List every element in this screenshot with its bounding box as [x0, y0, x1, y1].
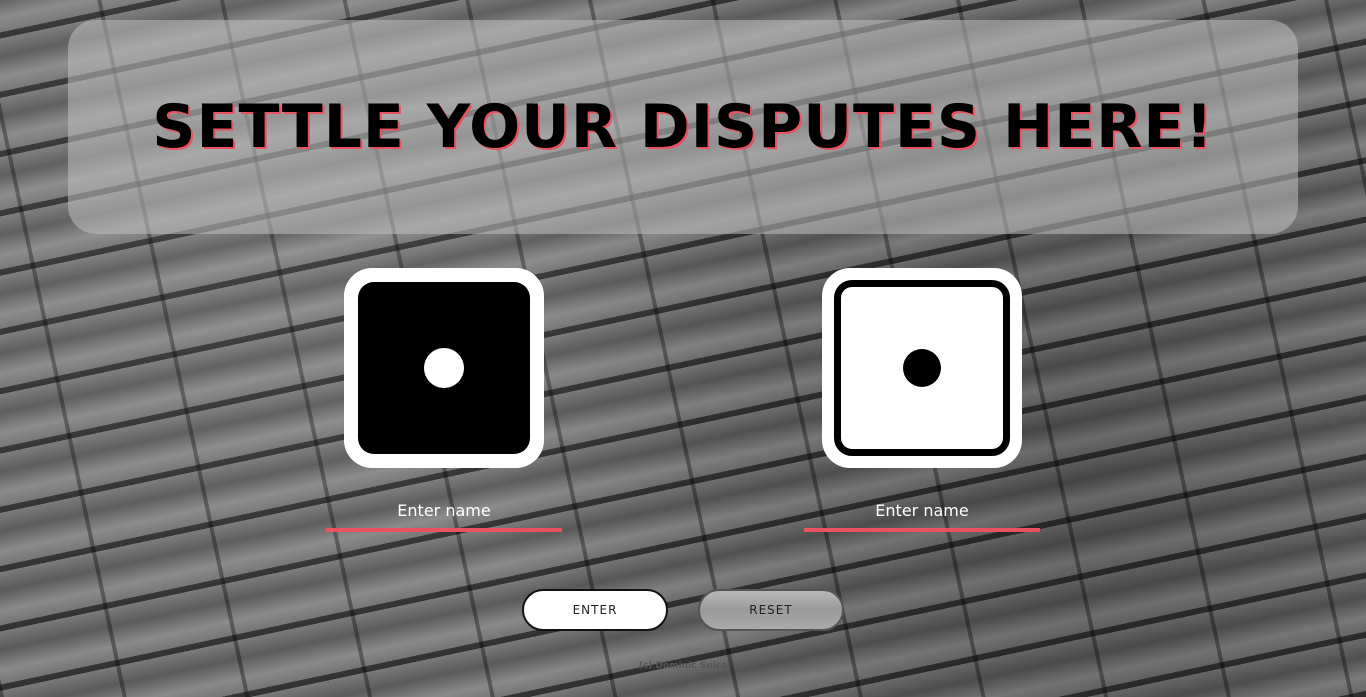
player-one-name-input[interactable] [326, 498, 562, 532]
title-banner: SETTLE YOUR DISPUTES HERE! [68, 20, 1298, 234]
dice-one-icon [344, 268, 544, 468]
die-face [834, 280, 1010, 456]
die-face [358, 282, 530, 454]
footer-copyright: (c) Dominic Suico [638, 661, 728, 671]
player-two [804, 268, 1040, 532]
enter-button[interactable]: ENTER [522, 589, 668, 631]
page-title: SETTLE YOUR DISPUTES HERE! [152, 92, 1214, 162]
player-two-name-input[interactable] [804, 498, 1040, 532]
die-pip [903, 349, 941, 387]
die-pip [424, 348, 464, 388]
reset-button[interactable]: RESET [698, 589, 844, 631]
player-one [326, 268, 562, 532]
dice-one-icon [822, 268, 1022, 468]
